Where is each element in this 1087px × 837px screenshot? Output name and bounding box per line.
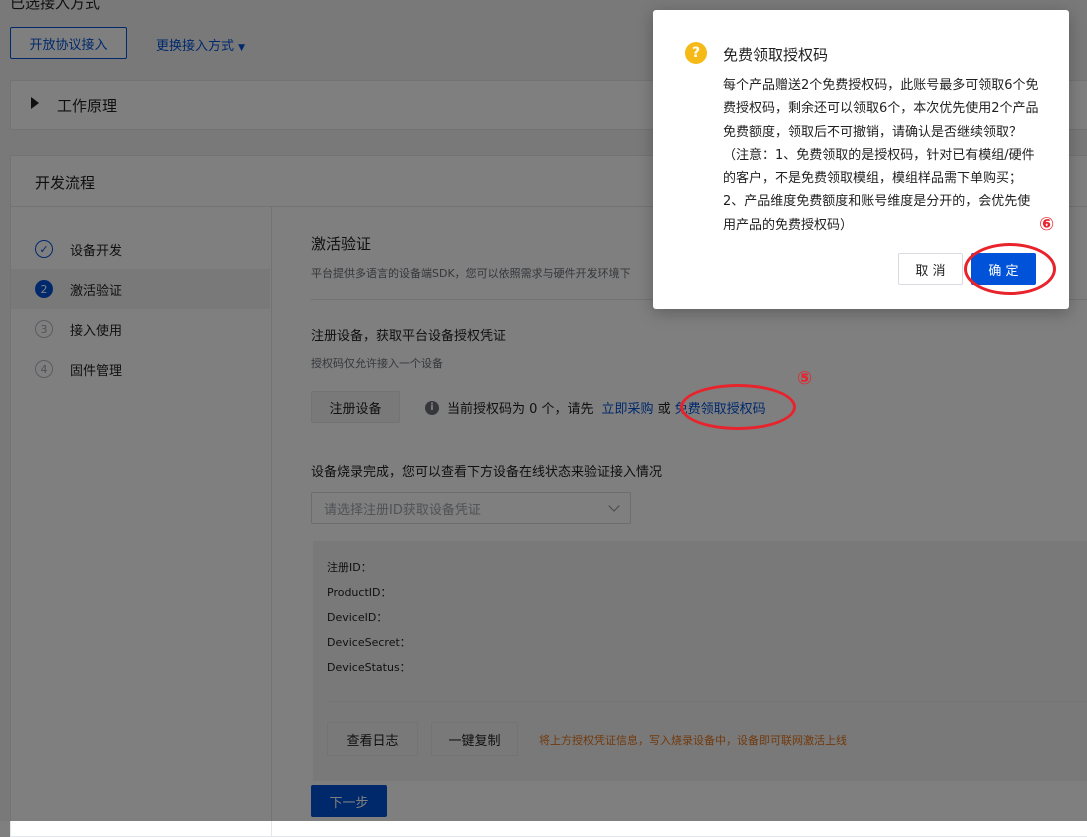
cancel-button[interactable]: 取 消 [898, 253, 963, 285]
annotation-ellipse-5 [680, 384, 796, 430]
annotation-number-6: ⑥ [1039, 214, 1055, 235]
dialog-body: 每个产品赠送2个免费授权码，此账号最多可领取6个免费授权码，剩余还可以领取6个，… [723, 78, 1039, 233]
dialog-title: 免费领取授权码 [723, 46, 829, 64]
annotation-number-5: ⑤ [797, 368, 813, 389]
question-icon: ? [685, 42, 707, 64]
annotation-ellipse-6 [964, 243, 1056, 295]
